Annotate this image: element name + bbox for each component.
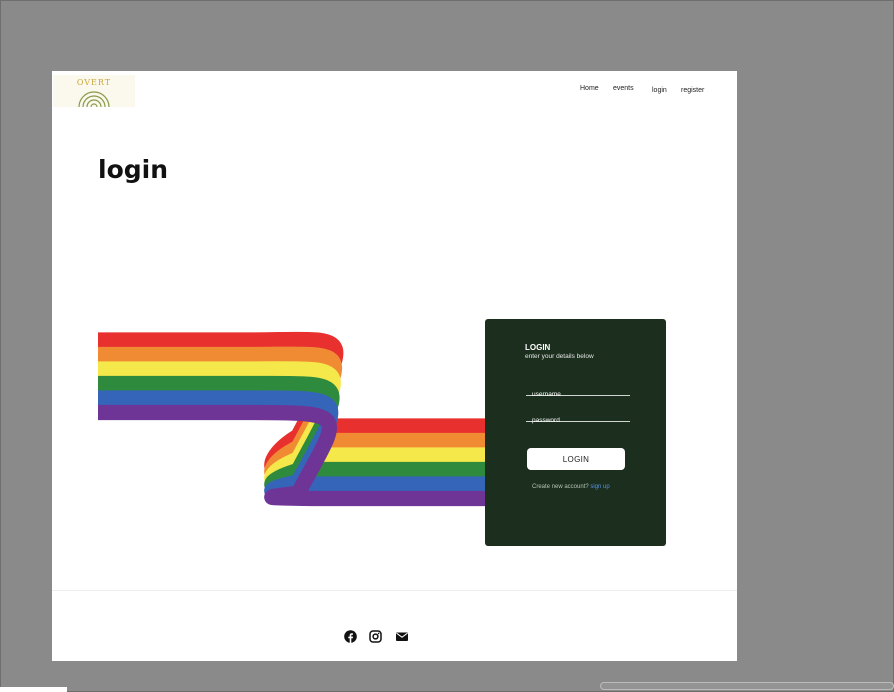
taskbar-fragment [0,687,67,692]
nav-events[interactable]: events [613,85,634,92]
horizontal-scrollbar[interactable] [600,682,894,690]
mail-icon[interactable] [395,630,409,648]
login-card-subtitle: enter your details below [525,353,594,360]
instagram-icon[interactable] [369,630,382,648]
rainbow-illustration [98,331,498,507]
nav-home[interactable]: Home [580,85,599,92]
web-page: OVERT Home events login register login L… [52,71,737,661]
signup-prompt-text: Create new account? [532,484,589,490]
facebook-icon[interactable] [344,630,357,648]
password-field-wrap [526,409,636,427]
password-input[interactable] [526,414,636,427]
username-field-wrap [526,383,636,401]
login-button[interactable]: LOGIN [527,448,625,470]
signup-prompt: Create new account? sign up [532,484,610,490]
social-links [344,630,414,644]
login-card-title: LOGIN [525,343,551,352]
nav-login[interactable]: login [652,87,667,94]
login-card: LOGIN enter your details below LOGIN Cre… [485,319,666,546]
main-nav: Home events login register [52,85,737,99]
footer-divider [52,590,737,591]
username-input[interactable] [526,388,636,401]
signup-link[interactable]: sign up [590,484,609,490]
nav-register[interactable]: register [681,87,704,94]
page-title: login [98,155,169,184]
